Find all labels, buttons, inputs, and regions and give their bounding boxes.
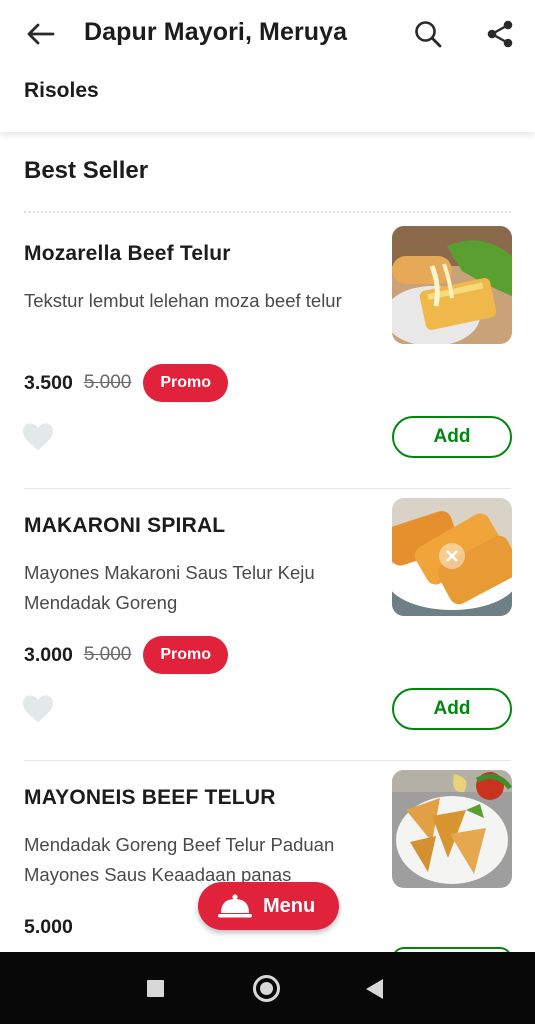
app-bar: Dapur Mayori, Meruya Risoles <box>0 0 535 132</box>
favorite-button[interactable] <box>22 694 54 724</box>
menu-item[interactable]: Mozarella Beef Telur Tekstur lembut lele… <box>0 226 535 514</box>
item-price: 3.500 <box>24 371 73 394</box>
circle-icon[interactable] <box>253 975 280 1002</box>
share-button[interactable] <box>482 16 518 52</box>
menu-button[interactable]: Menu <box>198 882 339 930</box>
item-description: Tekstur lembut lelehan moza beef telur <box>24 290 342 311</box>
risoles-mozarella-image <box>392 226 512 344</box>
item-old-price: 5.000 <box>83 644 132 665</box>
favorite-button[interactable] <box>22 422 54 452</box>
item-price: 5.000 <box>24 915 73 938</box>
item-image[interactable] <box>392 498 512 616</box>
item-divider <box>24 760 511 761</box>
item-image[interactable] <box>392 226 512 344</box>
search-button[interactable] <box>410 16 446 52</box>
item-description: Mayones Makaroni Saus Telur Keju Mendada… <box>24 562 315 613</box>
add-button[interactable]: Add <box>392 416 512 458</box>
item-name: MAYONEIS BEEF TELUR <box>24 786 276 809</box>
promo-badge: Promo <box>143 364 229 402</box>
item-name: MAKARONI SPIRAL <box>24 514 226 537</box>
price-row: 3.500 5.000 Promo <box>24 364 229 402</box>
cloche-icon <box>218 892 252 920</box>
category-tab-risoles[interactable]: Risoles <box>24 79 99 103</box>
item-divider <box>24 488 511 489</box>
heart-icon <box>23 423 53 450</box>
section-divider <box>24 211 511 213</box>
item-price: 3.000 <box>24 643 73 666</box>
triangle-back-icon[interactable] <box>366 979 383 999</box>
promo-badge: Promo <box>143 636 229 674</box>
item-image[interactable] <box>392 770 512 888</box>
section-title: Best Seller <box>24 157 149 184</box>
item-old-price: 5.000 <box>83 372 132 393</box>
add-button[interactable]: Add <box>392 688 512 730</box>
risoles-makaroni-image <box>392 498 512 616</box>
price-row: 5.000 <box>24 908 73 946</box>
price-row: 3.000 5.000 Promo <box>24 636 229 674</box>
risoles-mayoneis-image <box>392 770 512 888</box>
share-icon <box>487 20 513 48</box>
item-name: Mozarella Beef Telur <box>24 242 231 265</box>
menu-item[interactable]: MAKARONI SPIRAL Mayones Makaroni Saus Te… <box>0 498 535 786</box>
search-icon <box>415 21 442 48</box>
arrow-left-icon <box>27 23 55 45</box>
heart-icon <box>23 695 53 722</box>
square-icon[interactable] <box>147 980 164 997</box>
back-button[interactable] <box>22 16 58 52</box>
menu-button-label: Menu <box>263 894 316 917</box>
system-navigation-bar <box>0 952 535 1024</box>
item-description: Mendadak Goreng Beef Telur Paduan Mayone… <box>24 834 335 885</box>
page-title: Dapur Mayori, Meruya <box>84 18 348 46</box>
